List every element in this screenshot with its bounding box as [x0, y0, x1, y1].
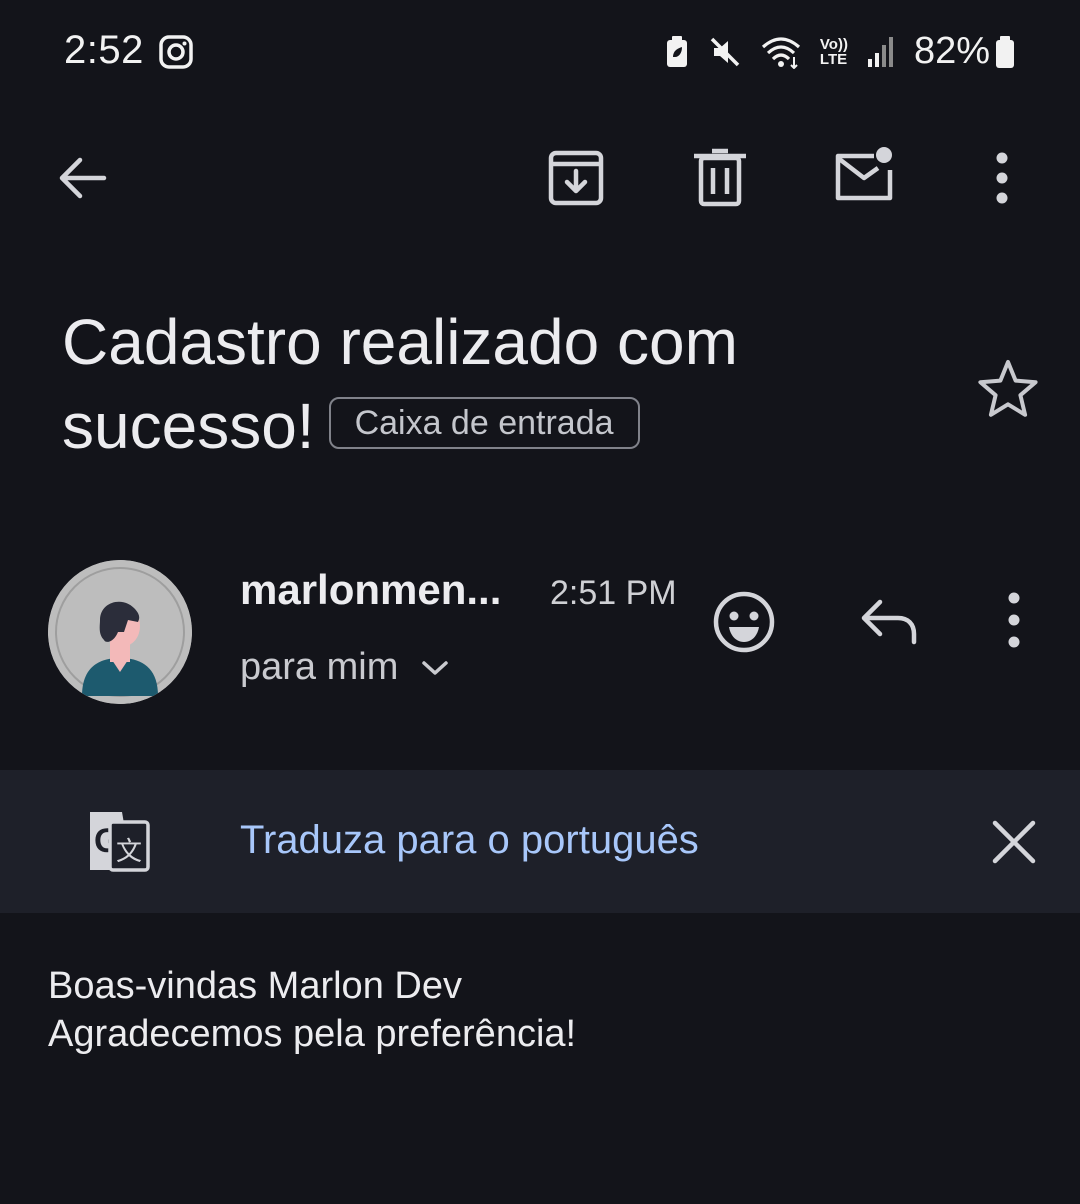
google-translate-icon: G 文 [90, 812, 150, 872]
subject-line-1: Cadastro realizado com [62, 306, 738, 378]
mute-icon [710, 37, 740, 66]
volte-icon: Vo)) LTE [820, 37, 848, 67]
close-icon[interactable] [990, 818, 1038, 866]
signal-icon [867, 36, 893, 67]
sender-name[interactable]: marlonmen... [240, 566, 501, 614]
back-arrow-icon[interactable] [50, 146, 114, 210]
star-icon[interactable] [976, 356, 1040, 420]
status-icons: Vo)) LTE 82% [664, 30, 1016, 73]
volte-text: Vo)) [819, 35, 848, 53]
emoji-reaction-icon[interactable] [712, 590, 776, 654]
lte-text: LTE [819, 50, 848, 68]
more-vert-icon[interactable] [982, 590, 1046, 654]
wifi-icon [761, 36, 800, 69]
mark-unread-icon[interactable] [832, 142, 896, 206]
instagram-icon [159, 35, 193, 69]
inbox-label-chip[interactable]: Caixa de entrada [328, 397, 640, 450]
battery-percent: 82% [913, 30, 990, 72]
delete-icon[interactable] [688, 146, 752, 210]
status-time: 2:52 [64, 28, 144, 72]
archive-icon[interactable] [544, 146, 608, 210]
reply-icon[interactable] [856, 590, 920, 654]
subject-line-2-row: sucesso! Caixa de entrada [62, 384, 902, 468]
body-line-2: Agradecemos pela preferência! [48, 1013, 577, 1055]
recipient-row[interactable]: para mim [240, 646, 450, 689]
body-line-1: Boas-vindas Marlon Dev [48, 965, 462, 1007]
battery-saver-icon [666, 35, 687, 67]
person-avatar-icon [48, 560, 192, 704]
recipient-text: para mim [240, 646, 399, 688]
email-subject: Cadastro realizado com sucesso! Caixa de … [62, 300, 902, 468]
more-vert-icon[interactable] [970, 146, 1034, 210]
battery-icon [996, 35, 1014, 68]
translate-link[interactable]: Traduza para o português [240, 818, 699, 863]
sender-avatar[interactable] [48, 560, 192, 704]
email-time: 2:51 PM [550, 574, 677, 612]
email-body: Boas-vindas Marlon Dev Agradecemos pela … [48, 962, 576, 1058]
svg-text:文: 文 [116, 837, 142, 867]
chevron-down-icon[interactable] [420, 658, 450, 678]
subject-line-2: sucesso! [62, 390, 315, 462]
